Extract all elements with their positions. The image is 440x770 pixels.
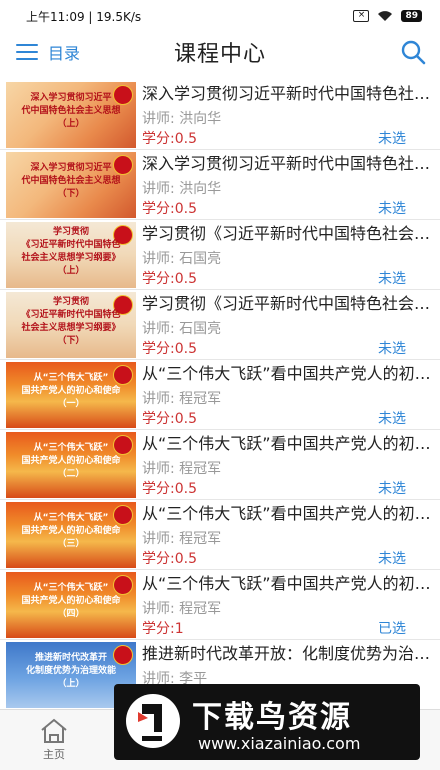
course-thumbnail: 从“三个伟大飞跃” 国共产党人的初心和使命 （三） — [6, 502, 136, 568]
hamburger-icon — [16, 44, 38, 60]
course-credit: 学分:0.5 — [142, 411, 197, 427]
course-title: 从“三个伟大飞跃”看中国共产党人的初心和使命（一） — [142, 364, 432, 383]
course-teacher: 讲师: 程冠军 — [142, 391, 222, 407]
course-title: 深入学习贯彻习近平新时代中国特色社会主义思想（下） — [142, 154, 432, 173]
course-credit: 学分:0.5 — [142, 551, 197, 567]
course-item[interactable]: 学习贯彻 《习近平新时代中国特色 社会主义思想学习纲要》 （下） 学习贯彻《习近… — [0, 290, 440, 360]
course-teacher: 讲师: 洪向华 — [142, 111, 222, 127]
course-title: 从“三个伟大飞跃”看中国共产党人的初心和使命（二） — [142, 434, 432, 453]
course-state: 未选 — [378, 341, 406, 357]
course-title: 推进新时代改革开放：化制度优势为治理效能（上） — [142, 644, 432, 663]
course-item[interactable]: 从“三个伟大飞跃” 国共产党人的初心和使命 （二） 从“三个伟大飞跃”看中国共产… — [0, 430, 440, 500]
course-state: 未选 — [378, 201, 406, 217]
course-thumbnail: 从“三个伟大飞跃” 国共产党人的初心和使命 （一） — [6, 362, 136, 428]
status-bar: 上午11:09 | 19.5K/s × 89 — [0, 0, 440, 32]
tab-home[interactable]: 主页 — [34, 718, 74, 762]
course-title: 学习贯彻《习近平新时代中国特色社会主义思想学习纲要》（下） — [142, 294, 432, 313]
course-teacher: 讲师: 石国亮 — [142, 321, 222, 337]
course-item[interactable]: 深入学习贯彻习近平 代中国特色社会主义思想 （下） 深入学习贯彻习近平新时代中国… — [0, 150, 440, 220]
course-state: 未选 — [378, 131, 406, 147]
course-state: 未选 — [378, 481, 406, 497]
watermark-title: 下载鸟资源 — [192, 700, 352, 735]
course-thumbnail: 学习贯彻 《习近平新时代中国特色 社会主义思想学习纲要》 （下） — [6, 292, 136, 358]
course-state: 未选 — [378, 271, 406, 287]
search-icon[interactable] — [400, 39, 426, 65]
bird-logo-icon — [126, 694, 180, 748]
course-item[interactable]: 从“三个伟大飞跃” 国共产党人的初心和使命 （三） 从“三个伟大飞跃”看中国共产… — [0, 500, 440, 570]
watermark-url: www.xiazainiao.com — [198, 734, 361, 753]
course-teacher: 讲师: 程冠军 — [142, 531, 222, 547]
course-thumbnail: 深入学习贯彻习近平 代中国特色社会主义思想 （上） — [6, 82, 136, 148]
wifi-icon — [378, 11, 393, 21]
course-credit: 学分:0.5 — [142, 341, 197, 357]
app-header: 目录 课程中心 — [0, 32, 440, 72]
course-thumbnail: 学习贯彻 《习近平新时代中国特色 社会主义思想学习纲要》 （上） — [6, 222, 136, 288]
course-thumbnail: 从“三个伟大飞跃” 国共产党人的初心和使命 （二） — [6, 432, 136, 498]
course-title: 从“三个伟大飞跃”看中国共产党人的初心和使命（四） — [142, 574, 432, 593]
course-credit: 学分:0.5 — [142, 131, 197, 147]
course-teacher: 讲师: 石国亮 — [142, 251, 222, 267]
course-title: 从“三个伟大飞跃”看中国共产党人的初心和使命（三） — [142, 504, 432, 523]
course-list: 深入学习贯彻习近平 代中国特色社会主义思想 （上） 深入学习贯彻习近平新时代中国… — [0, 80, 440, 710]
course-title: 深入学习贯彻习近平新时代中国特色社会主义思想（上） — [142, 84, 432, 103]
menu-button[interactable]: 目录 — [16, 40, 80, 64]
course-state: 已选 — [378, 621, 406, 637]
course-credit: 学分:0.5 — [142, 271, 197, 287]
course-item[interactable]: 深入学习贯彻习近平 代中国特色社会主义思想 （上） 深入学习贯彻习近平新时代中国… — [0, 80, 440, 150]
course-thumbnail: 从“三个伟大飞跃” 国共产党人的初心和使命 （四） — [6, 572, 136, 638]
course-credit: 学分:0.5 — [142, 481, 197, 497]
course-credit: 学分:1 — [142, 621, 184, 637]
menu-label: 目录 — [48, 44, 81, 63]
course-state: 未选 — [378, 551, 406, 567]
course-credit: 学分:0.5 — [142, 201, 197, 217]
battery-icon: 89 — [401, 10, 422, 22]
course-item[interactable]: 学习贯彻 《习近平新时代中国特色 社会主义思想学习纲要》 （上） 学习贯彻《习近… — [0, 220, 440, 290]
course-title: 学习贯彻《习近平新时代中国特色社会主义思想学习纲要》（上） — [142, 224, 432, 243]
home-icon — [41, 718, 67, 743]
sim-icon: × — [353, 10, 370, 22]
course-teacher: 讲师: 程冠军 — [142, 461, 222, 477]
course-thumbnail: 深入学习贯彻习近平 代中国特色社会主义思想 （下） — [6, 152, 136, 218]
course-teacher: 讲师: 程冠军 — [142, 601, 222, 617]
watermark-banner: 下载鸟资源 www.xiazainiao.com — [114, 684, 420, 760]
course-state: 未选 — [378, 411, 406, 427]
course-teacher: 讲师: 洪向华 — [142, 181, 222, 197]
course-item[interactable]: 从“三个伟大飞跃” 国共产党人的初心和使命 （四） 从“三个伟大飞跃”看中国共产… — [0, 570, 440, 640]
status-time: 上午11:09 | 19.5K/s — [26, 9, 142, 24]
tab-home-label: 主页 — [43, 748, 65, 761]
course-item[interactable]: 从“三个伟大飞跃” 国共产党人的初心和使命 （一） 从“三个伟大飞跃”看中国共产… — [0, 360, 440, 430]
